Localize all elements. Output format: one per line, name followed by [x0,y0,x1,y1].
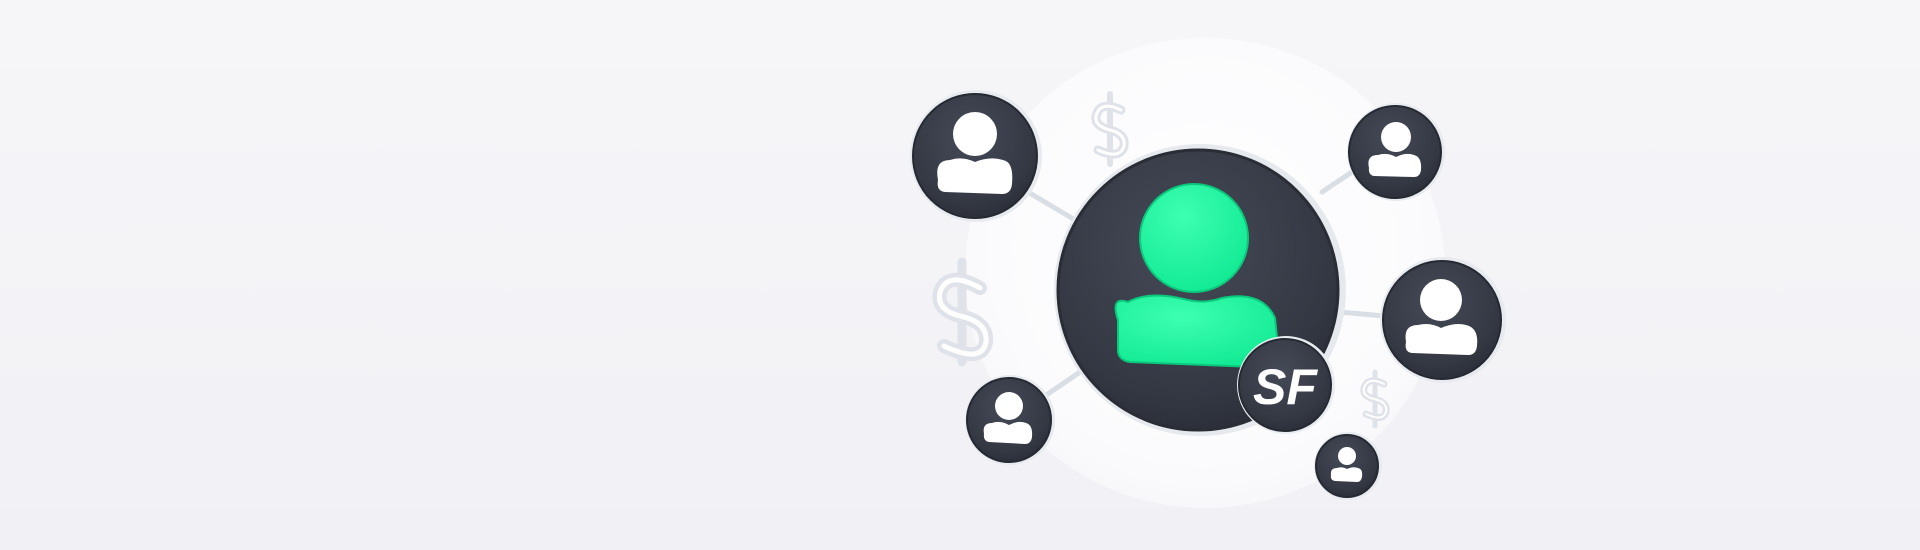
hero-illustration: SF [0,0,1920,550]
dollar-sign-icon [932,257,994,367]
satellite-user-node [965,375,1055,465]
connector-line [1337,309,1387,319]
connector-line [1025,189,1078,223]
sf-badge: SF [1237,336,1335,434]
connector-line [1039,369,1083,401]
dollar-sign-icon [1360,369,1390,429]
satellite-user-node [1314,432,1382,500]
satellite-user-node [1347,103,1445,201]
satellite-user-node [1380,257,1506,383]
sf-badge-label: SF [1253,359,1318,415]
satellite-user-node [910,90,1042,222]
network-graphic: SF [910,90,1506,500]
dollar-sign-icon [1091,91,1129,167]
